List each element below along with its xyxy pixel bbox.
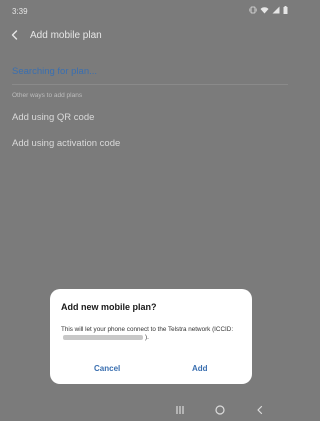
home-button[interactable] bbox=[214, 403, 226, 415]
back-arrow-icon bbox=[11, 30, 18, 40]
searching-for-plan-item: Searching for plan... bbox=[12, 66, 98, 77]
redacted-iccid bbox=[63, 334, 143, 340]
add-using-activation-code-option[interactable]: Add using activation code bbox=[12, 138, 120, 149]
back-button[interactable] bbox=[6, 26, 24, 44]
recents-button[interactable] bbox=[174, 403, 186, 415]
status-icons bbox=[249, 6, 288, 14]
page-title: Add mobile plan bbox=[30, 30, 102, 41]
battery-icon bbox=[283, 6, 288, 14]
dialog-message-end: ). bbox=[145, 334, 149, 341]
back-icon bbox=[257, 405, 263, 415]
dialog-message-text: This will let your phone connect to the … bbox=[61, 326, 234, 333]
nav-back-button[interactable] bbox=[254, 403, 266, 415]
home-icon bbox=[215, 405, 225, 415]
app-bar: Add mobile plan bbox=[0, 22, 300, 48]
cancel-button[interactable]: Cancel bbox=[94, 364, 120, 373]
add-button[interactable]: Add bbox=[192, 364, 208, 373]
status-time: 3:39 bbox=[12, 7, 28, 16]
status-bar: 3:39 bbox=[0, 0, 300, 18]
navigation-bar bbox=[0, 396, 300, 420]
dialog-title: Add new mobile plan? bbox=[61, 302, 157, 312]
dialog-message: This will let your phone connect to the … bbox=[61, 326, 243, 342]
add-plan-dialog: Add new mobile plan? This will let your … bbox=[50, 289, 252, 384]
section-label-other-ways: Other ways to add plans bbox=[12, 92, 83, 99]
recents-icon bbox=[176, 406, 184, 414]
wifi-icon bbox=[260, 7, 269, 14]
signal-icon bbox=[272, 6, 280, 14]
vibrate-icon bbox=[249, 6, 257, 14]
divider bbox=[12, 84, 288, 85]
add-using-qr-code-option[interactable]: Add using QR code bbox=[12, 112, 94, 123]
